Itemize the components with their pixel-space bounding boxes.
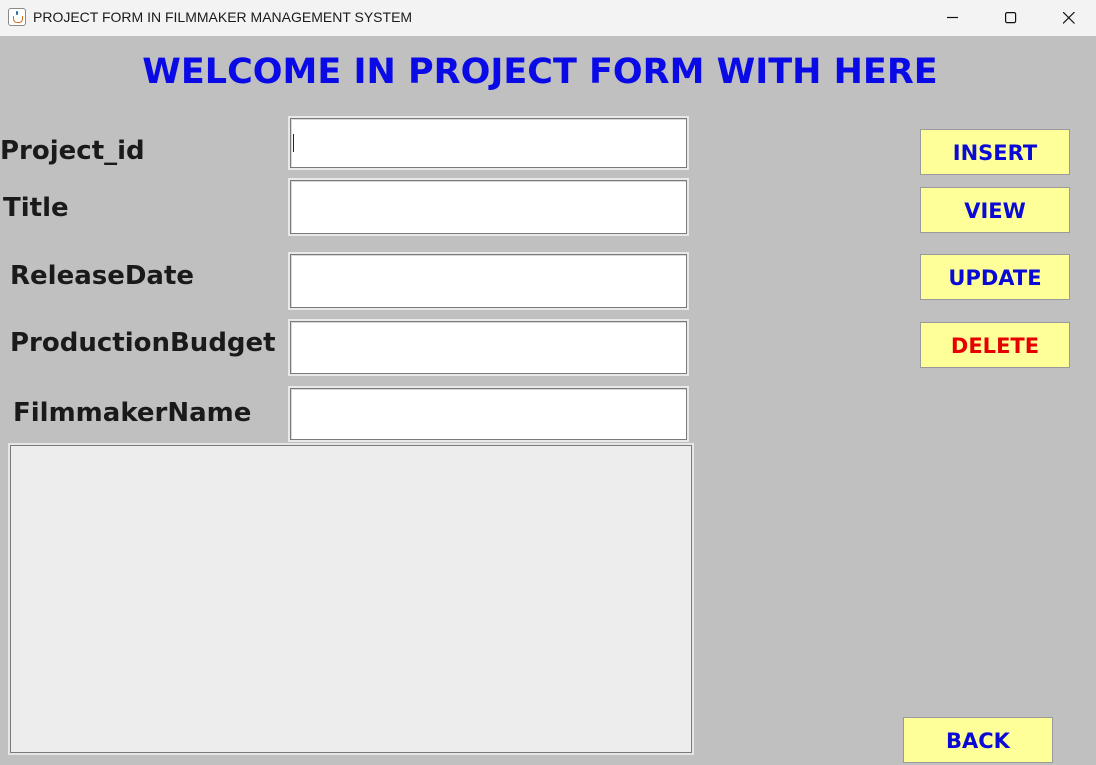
filmmaker-name-label: FilmmakerName [13,398,252,428]
title-bar: PROJECT FORM IN FILMMAKER MANAGEMENT SYS… [0,0,1096,36]
title-field[interactable] [288,178,689,236]
filmmaker-name-field[interactable] [288,386,689,442]
delete-button[interactable]: DELETE [920,322,1070,368]
update-button[interactable]: UPDATE [920,254,1070,300]
release-date-label: ReleaseDate [10,261,195,291]
title-label: Title [3,193,69,223]
text-caret [293,134,294,152]
release-date-field[interactable] [288,252,689,310]
output-text-area[interactable] [8,443,694,755]
minimize-button[interactable] [924,0,982,36]
production-budget-label: ProductionBudget [10,328,276,358]
view-button[interactable]: VIEW [920,187,1070,233]
window-title: PROJECT FORM IN FILMMAKER MANAGEMENT SYS… [33,9,413,25]
close-icon [1063,12,1075,24]
insert-button[interactable]: INSERT [920,129,1070,175]
project-id-field[interactable] [288,116,689,170]
page-heading: WELCOME IN PROJECT FORM WITH HERE [142,52,938,92]
minimize-icon [947,16,958,19]
maximize-button[interactable] [982,0,1040,36]
close-button[interactable] [1040,0,1096,36]
project-id-label: Project_id [0,136,145,166]
java-cup-icon [8,8,26,26]
production-budget-field[interactable] [288,319,689,376]
maximize-icon [1005,12,1017,24]
back-button[interactable]: BACK [903,717,1053,763]
